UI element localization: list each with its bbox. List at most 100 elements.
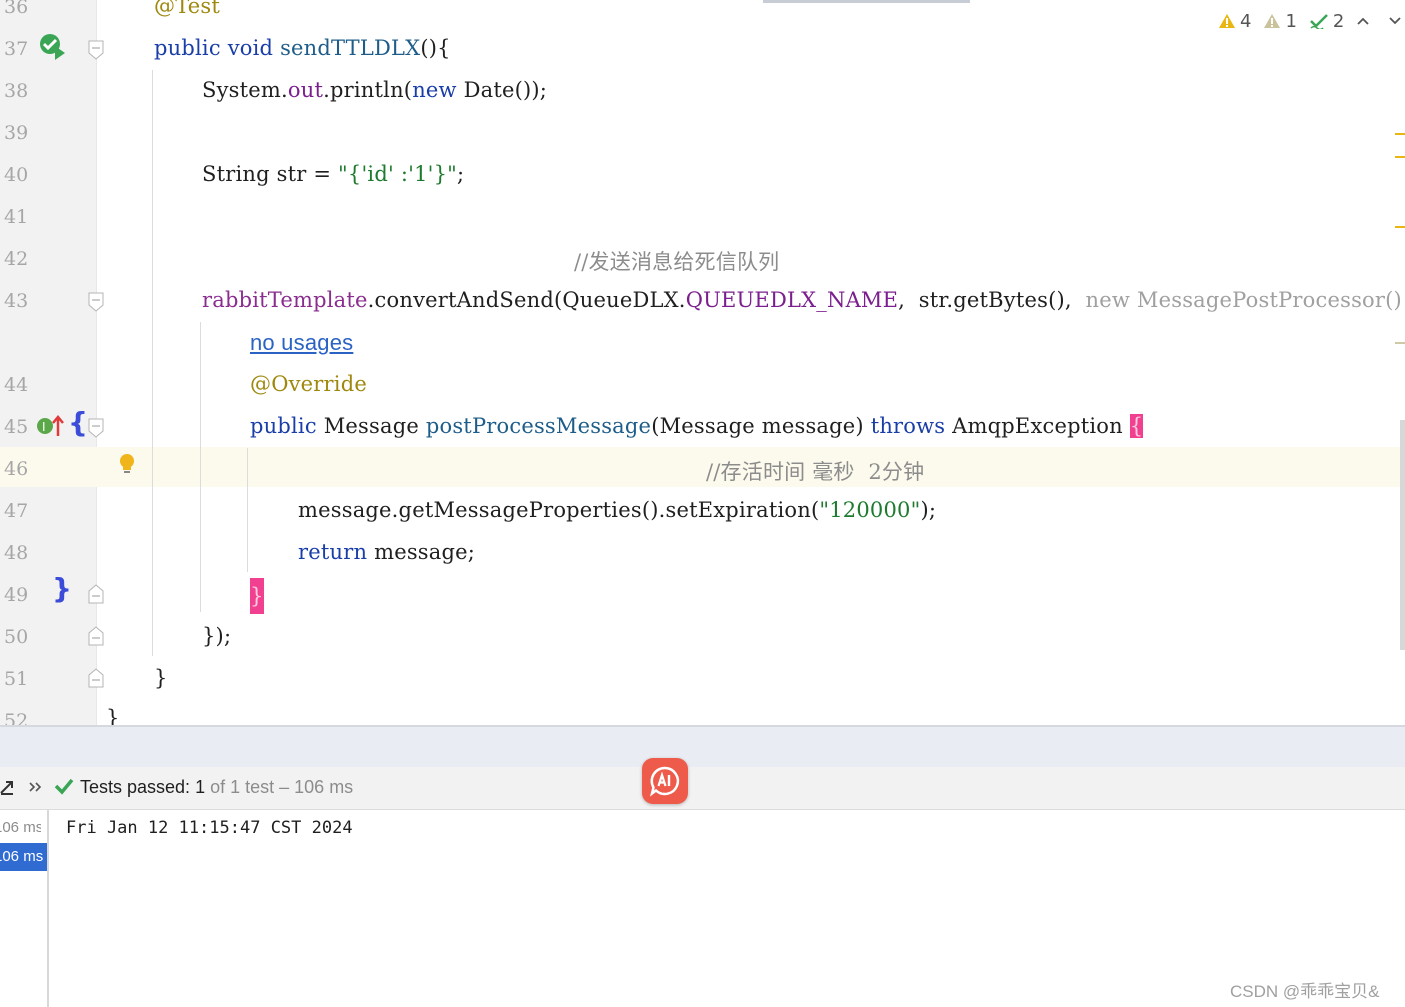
field-ref: out (287, 78, 324, 102)
tests-passed-count: 1 (195, 777, 206, 797)
code-line-42[interactable]: //发送消息给死信队列 (574, 246, 779, 276)
fold-icon[interactable] (88, 292, 104, 312)
code-editor[interactable]: 36 37 38 39 40 41 42 43 44 45 46 47 48 4… (0, 0, 1405, 725)
code-text: AmqpException (945, 414, 1130, 438)
chevron-down-icon[interactable] (1388, 16, 1402, 26)
code-line-45[interactable]: public Message postProcessMessage(Messag… (250, 414, 1144, 438)
code-text: } (154, 666, 168, 690)
code-text: } (106, 706, 120, 725)
comment: //发送消息给死信队列 (574, 250, 780, 274)
field-ref: QUEUEDLX_NAME (685, 288, 899, 312)
error-stripe-mark[interactable] (1395, 226, 1405, 228)
string-literal: "{'id' :'1'}" (338, 162, 458, 186)
code-line-50[interactable]: }); (202, 624, 231, 648)
fold-icon[interactable] (88, 418, 104, 438)
code-line-37[interactable]: public void sendTTLDLX(){ (154, 36, 451, 60)
lightbulb-icon[interactable] (118, 452, 136, 480)
code-text: message.getMessageProperties().setExpira… (298, 498, 820, 522)
code-line-51[interactable]: } (154, 666, 168, 690)
test-tree-row[interactable]: 106 ms (0, 814, 41, 842)
code-text: Date()); (456, 78, 548, 102)
line-number: 39 (4, 122, 29, 144)
anonymous-class: new MessagePostProcessor() (1085, 288, 1402, 312)
more-chevrons-icon[interactable] (28, 781, 42, 793)
error-stripe-mark[interactable] (1395, 156, 1405, 158)
keyword: new (412, 78, 457, 102)
line-number: 43 (4, 290, 29, 312)
test-status: Tests passed: 1 of 1 test – 106 ms (80, 777, 353, 798)
code-text: }); (202, 624, 232, 648)
editor-gutter (0, 0, 96, 725)
code-text: message; (367, 540, 476, 564)
unfold-end-icon[interactable] (88, 584, 104, 604)
ai-icon (649, 766, 680, 797)
code-line-47[interactable]: message.getMessageProperties().setExpira… (298, 498, 936, 522)
test-passed-check-icon (54, 778, 74, 795)
code-line-49[interactable]: } (250, 578, 264, 614)
run-test-icon[interactable] (38, 32, 68, 64)
annotation-test: @Test (154, 0, 221, 18)
error-stripe-mark[interactable] (1395, 342, 1405, 344)
usages-hint[interactable]: no usages (250, 330, 353, 356)
panel-splitter[interactable] (0, 725, 1405, 769)
code-text: ); (920, 498, 937, 522)
console-output: Fri Jan 12 11:15:47 CST 2024 (66, 818, 353, 838)
export-icon[interactable] (0, 779, 14, 795)
code-line-36[interactable]: @Test (154, 0, 220, 18)
test-tree[interactable]: 106 ms 106 ms (0, 810, 49, 1007)
code-line-43[interactable]: rabbitTemplate.convertAndSend(QueueDLX.Q… (202, 288, 1405, 312)
code-text: System. (202, 78, 288, 102)
code-line-48[interactable]: return message; (298, 540, 475, 564)
error-stripe-mark[interactable] (1395, 133, 1405, 135)
line-number: 49 (4, 584, 29, 606)
code-line-52[interactable]: } (106, 706, 120, 725)
keyword: return (298, 540, 368, 564)
test-tree-row-selected[interactable]: 106 ms (0, 843, 47, 871)
indent-guide (152, 70, 153, 656)
usages-link[interactable]: no usages (250, 330, 353, 355)
line-number: 40 (4, 164, 29, 186)
annotation-override: @Override (250, 372, 367, 396)
brace-open-marker: { (68, 406, 88, 439)
vertical-scrollbar[interactable] (1400, 420, 1405, 650)
gutter-separator (96, 0, 97, 725)
test-tree-row-label: 106 ms (0, 848, 44, 865)
line-number: 52 (4, 710, 29, 725)
code-text: (Message message) (651, 414, 871, 438)
matched-brace: { (1129, 414, 1144, 438)
warning-count: 4 (1240, 10, 1252, 32)
chevron-up-icon[interactable] (1356, 16, 1370, 26)
keyword: public (154, 36, 221, 60)
code-line-38[interactable]: System.out.println(new Date()); (202, 78, 547, 102)
line-number: 37 (4, 38, 29, 60)
inspection-widget[interactable]: 4 1 2 (1218, 8, 1402, 34)
line-number: 45 (4, 416, 29, 438)
line-number: 42 (4, 248, 29, 270)
line-number: 46 (4, 458, 29, 480)
line-number: 47 (4, 500, 29, 522)
code-line-46[interactable]: //存活时间 毫秒 2分钟 (706, 456, 924, 486)
keyword: throws (870, 414, 946, 438)
keyword: public (250, 414, 317, 438)
code-text: .convertAndSend(QueueDLX. (367, 288, 686, 312)
fold-icon[interactable] (88, 40, 104, 60)
unfold-end-icon[interactable] (88, 668, 104, 688)
code-text: , str.getBytes(), (898, 288, 1086, 312)
line-number: 44 (4, 374, 29, 396)
keyword: void (227, 36, 274, 60)
typo-check-icon (1310, 14, 1328, 29)
ai-assistant-button[interactable] (642, 758, 688, 804)
brace-close-marker: } (52, 572, 72, 605)
line-number: 38 (4, 80, 29, 102)
unfold-end-icon[interactable] (88, 626, 104, 646)
indent-guide (247, 448, 248, 572)
code-line-44[interactable]: @Override (250, 372, 367, 396)
code-text: ; (457, 162, 465, 186)
weak-warning-icon (1264, 14, 1281, 28)
comment: //存活时间 毫秒 2分钟 (706, 460, 925, 484)
tests-passed-label: Tests passed: (80, 777, 191, 797)
method-name: postProcessMessage (425, 414, 652, 438)
line-number: 51 (4, 668, 29, 690)
code-line-40[interactable]: String str = "{'id' :'1'}"; (202, 162, 464, 186)
implements-method-icon[interactable]: I (36, 414, 68, 442)
